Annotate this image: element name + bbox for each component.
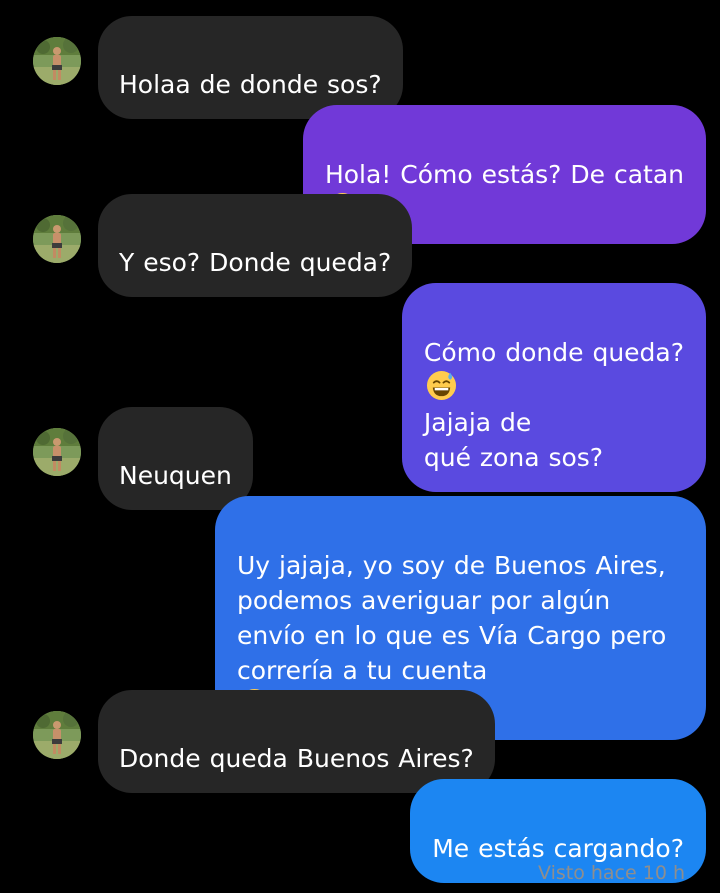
- avatar[interactable]: [33, 215, 81, 263]
- message-text: Hola! Cómo estás? De catan: [324, 160, 684, 189]
- grinning-sweat-emoji-icon: [426, 370, 457, 401]
- avatar[interactable]: [33, 711, 81, 759]
- message-text: Donde queda Buenos Aires?: [119, 744, 474, 773]
- incoming-message[interactable]: Donde queda Buenos Aires?: [98, 690, 495, 793]
- incoming-message[interactable]: Neuquen: [98, 407, 253, 510]
- message-text: Jajaja de qué zona sos?: [423, 408, 604, 472]
- message-text: Uy jajaja, yo soy de Buenos Aires, podem…: [237, 551, 667, 685]
- message-text: Cómo donde queda?: [423, 338, 684, 367]
- incoming-message[interactable]: Y eso? Donde queda?: [98, 194, 413, 297]
- message-text: Me estás cargando?: [432, 834, 684, 863]
- avatar[interactable]: [33, 428, 81, 476]
- message-text: Y eso? Donde queda?: [119, 248, 392, 277]
- incoming-message[interactable]: Holaa de donde sos?: [98, 16, 403, 119]
- message-text: Holaa de donde sos?: [119, 70, 382, 99]
- message-text: Neuquen: [119, 461, 232, 490]
- avatar[interactable]: [33, 37, 81, 85]
- seen-status: Visto hace 10 h: [538, 862, 685, 884]
- outgoing-message[interactable]: Cómo donde queda? Jajaja de qué zona sos…: [401, 283, 706, 492]
